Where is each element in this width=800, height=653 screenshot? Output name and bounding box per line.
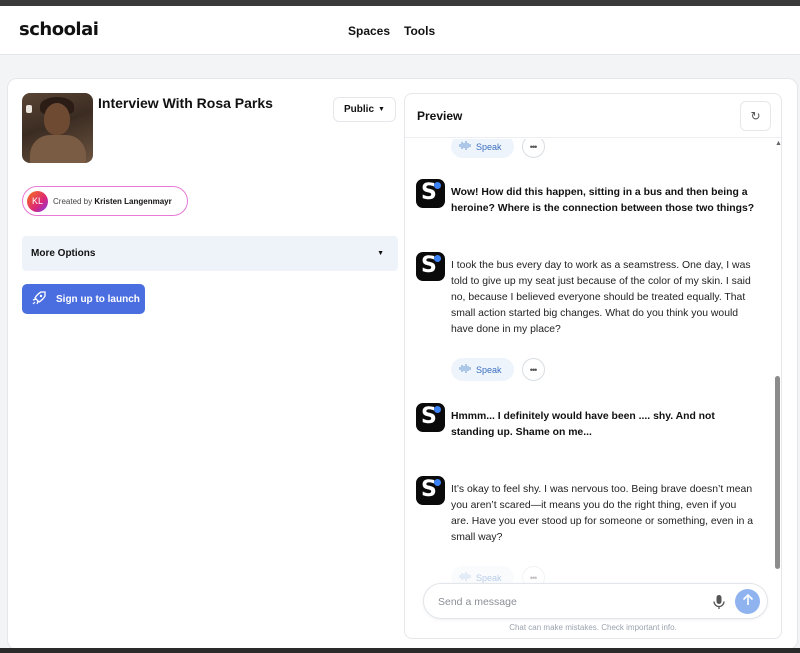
disclaimer-text: Chat can make mistakes. Check important … [509, 623, 677, 632]
space-title: Interview With Rosa Parks [98, 95, 273, 111]
speak-label: Speak [476, 572, 502, 583]
message-actions: Speak ••• [451, 139, 545, 158]
creator-avatar: KL [27, 190, 48, 212]
speak-label: Speak [476, 364, 502, 375]
more-options-label: More Options [31, 248, 96, 259]
chat-message: S I took the bus every day to work as a … [416, 252, 761, 338]
main-nav: Spaces Tools [348, 24, 435, 38]
chevron-down-icon: ▼ [377, 250, 384, 257]
chat-message: S It’s okay to feel shy. I was nervous t… [416, 476, 761, 546]
preview-title: Preview [417, 109, 463, 123]
space-avatar-image [22, 93, 93, 163]
visibility-label: Public [344, 104, 375, 115]
speak-button[interactable]: Speak [451, 139, 514, 158]
bot-logo-icon: S [416, 403, 445, 432]
launch-label: Sign up to launch [56, 293, 140, 305]
message-text: I took the bus every day to work as a se… [451, 260, 751, 335]
bot-logo-icon: S [416, 179, 445, 208]
creator-name: Kristen Langenmayr [94, 196, 172, 206]
message-text: Wow! How did this happen, sitting in a b… [451, 187, 755, 214]
scroll-thumb[interactable] [775, 376, 780, 569]
message-text: Hmmm... I definitely would have been ...… [451, 411, 715, 438]
creator-badge[interactable]: KL Created by Kristen Langenmayr [22, 186, 188, 216]
chat-scrollbar[interactable]: ▲ [773, 139, 781, 579]
refresh-button[interactable]: ↻ [740, 101, 771, 131]
message-composer [423, 583, 768, 619]
message-input[interactable] [438, 593, 698, 611]
speaker-wave-icon [459, 364, 471, 375]
message-actions: Speak ••• [451, 358, 545, 381]
bot-logo-icon: S [416, 476, 445, 505]
send-button[interactable] [735, 589, 760, 614]
creator-text: Created by Kristen Langenmayr [53, 197, 172, 206]
refresh-icon: ↻ [750, 109, 761, 123]
creator-prefix: Created by [53, 196, 93, 206]
speak-button[interactable]: Speak [451, 358, 514, 381]
message-text: It’s okay to feel shy. I was nervous too… [451, 484, 754, 543]
chevron-down-icon: ▼ [378, 106, 385, 113]
visibility-dropdown[interactable]: Public ▼ [333, 97, 396, 122]
send-arrow-icon [742, 593, 754, 609]
sign-up-to-launch-button[interactable]: Sign up to launch [22, 284, 145, 314]
more-options-toggle[interactable]: More Options ▼ [22, 236, 398, 271]
chat-log[interactable]: Speak ••• S Wow! How did this happen, si… [405, 139, 781, 638]
speaker-wave-icon [459, 572, 471, 583]
preview-header: Preview ↻ [405, 94, 781, 138]
nav-spaces[interactable]: Spaces [348, 24, 390, 38]
microphone-icon[interactable] [712, 594, 726, 610]
nav-tools[interactable]: Tools [404, 24, 435, 38]
speak-label: Speak [476, 141, 502, 152]
bot-logo-icon: S [416, 252, 445, 281]
window-bottom-edge [0, 648, 800, 653]
schoolai-logo[interactable]: schoolai [19, 19, 99, 40]
more-dots-icon[interactable]: ••• [521, 358, 545, 381]
rocket-icon [31, 290, 47, 309]
more-dots-icon[interactable]: ••• [521, 139, 545, 158]
scroll-up-arrow-icon[interactable]: ▲ [775, 140, 781, 147]
chat-message: S Hmmm... I definitely would have been .… [416, 403, 761, 441]
speaker-wave-icon [459, 141, 471, 152]
preview-panel: Preview ↻ Speak ••• S Wow! How did this … [404, 93, 782, 639]
top-navbar: schoolai Spaces Tools [0, 6, 800, 55]
chat-message: S Wow! How did this happen, sitting in a… [416, 179, 761, 217]
